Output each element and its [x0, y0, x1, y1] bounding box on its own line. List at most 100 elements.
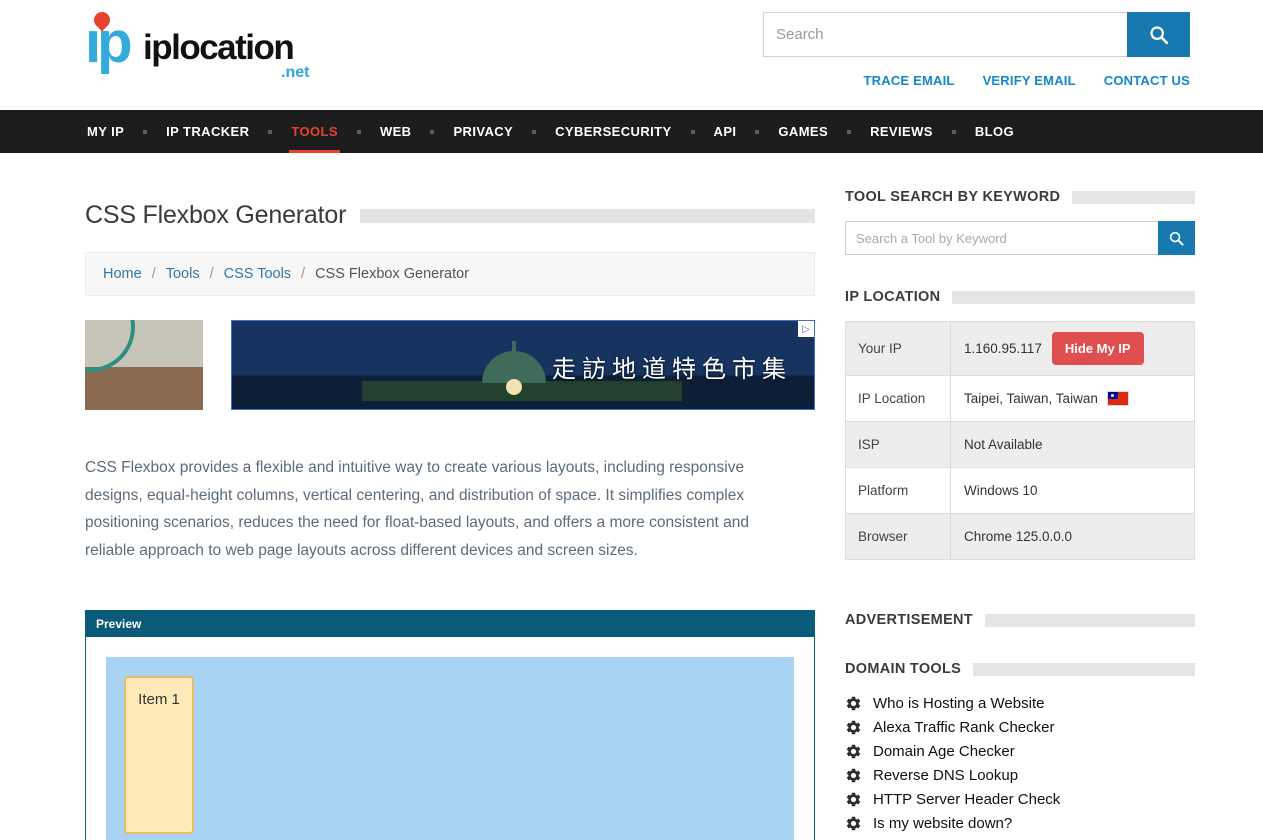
advertisement-heading: ADVERTISEMENT — [845, 612, 973, 628]
flag-canton — [1108, 392, 1118, 399]
site-search — [763, 12, 1190, 57]
header-link-trace-email[interactable]: TRACE EMAIL — [864, 73, 955, 88]
nav-separator — [430, 130, 434, 134]
tool-search — [845, 221, 1195, 255]
ip-row-value: 1.160.95.117Hide My IP — [951, 322, 1194, 375]
ip-table-row: IP LocationTaipei, Taiwan, Taiwan — [846, 376, 1194, 422]
gear-icon — [845, 767, 862, 784]
gear-icon — [845, 695, 862, 712]
tool-search-heading: TOOL SEARCH BY KEYWORD — [845, 189, 1060, 205]
breadcrumb-separator: / — [152, 266, 156, 282]
adchoices-icon[interactable]: ▷ — [798, 321, 814, 337]
domain-tool-link[interactable]: Reverse DNS Lookup — [873, 767, 1018, 784]
ad-creative: 走訪地道特色市集 ▷ — [231, 320, 815, 410]
header-links: TRACE EMAIL VERIFY EMAIL CONTACT US — [864, 73, 1190, 88]
domain-tool-link[interactable]: Alexa Traffic Rank Checker — [873, 719, 1054, 736]
tool-description: CSS Flexbox provides a flexible and intu… — [85, 454, 795, 564]
nav-item-api[interactable]: API — [712, 110, 739, 153]
ip-row-label: ISP — [846, 422, 951, 467]
domain-tool-item-reverse-dns-lookup[interactable]: Reverse DNS Lookup — [845, 767, 1195, 784]
tool-search-heading-row: TOOL SEARCH BY KEYWORD — [845, 189, 1195, 205]
flag-sun — [1111, 394, 1114, 397]
domain-tool-link[interactable]: Who is Hosting a Website — [873, 695, 1044, 712]
ip-row-value: Windows 10 — [951, 468, 1194, 513]
site-search-input[interactable] — [763, 12, 1127, 57]
ad-photo-curve — [85, 320, 135, 372]
domain-tool-link[interactable]: HTTP Server Header Check — [873, 791, 1060, 808]
nav-item-cybersecurity[interactable]: CYBERSECURITY — [553, 110, 673, 153]
heading-decorative-bar — [952, 291, 1195, 304]
flex-preview-item: Item 1 — [124, 676, 194, 834]
advertisement-heading-row: ADVERTISEMENT — [845, 612, 1195, 628]
ad-banner[interactable]: 走訪地道特色市集 ▷ — [85, 320, 815, 410]
domain-tools-heading: DOMAIN TOOLS — [845, 661, 961, 677]
site-search-button[interactable] — [1127, 12, 1190, 57]
search-icon — [1148, 24, 1170, 46]
domain-tool-item-http-server-header-check[interactable]: HTTP Server Header Check — [845, 791, 1195, 808]
main-nav: MY IP IP TRACKER TOOLS WEB PRIVACY CYBERSECUR… — [0, 110, 1263, 153]
taiwan-flag-icon — [1108, 392, 1128, 405]
ip-location-heading-row: IP LOCATION — [845, 289, 1195, 305]
preview-panel-header: Preview — [86, 611, 814, 637]
nav-item-privacy[interactable]: PRIVACY — [451, 110, 515, 153]
tool-search-input[interactable] — [845, 221, 1158, 255]
ip-value-text: Not Available — [964, 437, 1043, 452]
nav-separator — [952, 130, 956, 134]
title-row: CSS Flexbox Generator — [85, 201, 815, 230]
nav-item-tools[interactable]: TOOLS — [289, 110, 340, 153]
breadcrumb-item-tools[interactable]: Tools — [166, 266, 200, 282]
ip-row-value: Chrome 125.0.0.0 — [951, 514, 1194, 559]
nav-separator — [532, 130, 536, 134]
nav-item-ip-tracker[interactable]: IP TRACKER — [164, 110, 251, 153]
preview-container: Item 1 — [106, 657, 794, 840]
ip-row-label: IP Location — [846, 376, 951, 421]
nav-separator — [847, 130, 851, 134]
nav-item-games[interactable]: GAMES — [776, 110, 830, 153]
search-icon — [1168, 230, 1185, 247]
ip-table-row: ISP Not Available — [846, 422, 1194, 468]
page-title: CSS Flexbox Generator — [85, 201, 346, 230]
ad-photo — [85, 320, 203, 410]
hide-my-ip-button[interactable]: Hide My IP — [1052, 332, 1144, 365]
ip-table-row: Your IP1.160.95.117Hide My IP — [846, 322, 1194, 376]
nav-separator — [755, 130, 759, 134]
domain-tool-item-is-my-website-down[interactable]: Is my website down? — [845, 815, 1195, 832]
breadcrumb-item-css-tools[interactable]: CSS Tools — [224, 266, 291, 282]
ip-table-row: Platform Windows 10 — [846, 468, 1194, 514]
ip-value-text: Windows 10 — [964, 483, 1038, 498]
domain-tool-link[interactable]: Domain Age Checker — [873, 743, 1015, 760]
heading-decorative-bar — [973, 663, 1195, 676]
ad-clock — [506, 379, 522, 395]
breadcrumb-item-home[interactable]: Home — [103, 266, 142, 282]
nav-separator — [268, 130, 272, 134]
header-link-contact-us[interactable]: CONTACT US — [1104, 73, 1190, 88]
breadcrumb-item-css-flexbox-generator: CSS Flexbox Generator — [315, 266, 469, 282]
domain-tool-item-alexa-traffic-rank-checker[interactable]: Alexa Traffic Rank Checker — [845, 719, 1195, 736]
ip-row-label: Platform — [846, 468, 951, 513]
nav-separator — [143, 130, 147, 134]
domain-tool-link[interactable]: Is my website down? — [873, 815, 1012, 832]
nav-item-my-ip[interactable]: MY IP — [85, 110, 126, 153]
heading-decorative-bar — [1072, 191, 1195, 204]
nav-item-reviews[interactable]: REVIEWS — [868, 110, 935, 153]
nav-item-web[interactable]: WEB — [378, 110, 414, 153]
ad-headline: 走訪地道特色市集 — [552, 349, 792, 384]
ip-table-row: BrowserChrome 125.0.0.0 — [846, 514, 1194, 560]
sidebar: TOOL SEARCH BY KEYWORD IP LOCATION Your … — [845, 189, 1195, 840]
header: ıp iplocation .net TRACE EMAIL VERIFY EMA… — [0, 0, 1263, 110]
domain-tool-item-who-is-hosting-a-website[interactable]: Who is Hosting a Website — [845, 695, 1195, 712]
nav-item-blog[interactable]: BLOG — [973, 110, 1016, 153]
gear-icon — [845, 743, 862, 760]
domain-tool-item-domain-age-checker[interactable]: Domain Age Checker — [845, 743, 1195, 760]
gear-icon — [845, 815, 862, 832]
logo-tld: .net — [281, 64, 309, 82]
content: CSS Flexbox Generator Home/Tools/CSS Too… — [0, 153, 1263, 840]
preview-panel-body: Item 1 — [86, 637, 814, 840]
ip-row-value: Taipei, Taiwan, Taiwan — [951, 376, 1194, 421]
heading-decorative-bar — [985, 614, 1195, 627]
site-logo[interactable]: ıp iplocation .net — [85, 12, 325, 98]
tool-search-button[interactable] — [1158, 221, 1195, 255]
gear-icon — [845, 791, 862, 808]
header-link-verify-email[interactable]: VERIFY EMAIL — [983, 73, 1076, 88]
ip-location-heading: IP LOCATION — [845, 289, 940, 305]
